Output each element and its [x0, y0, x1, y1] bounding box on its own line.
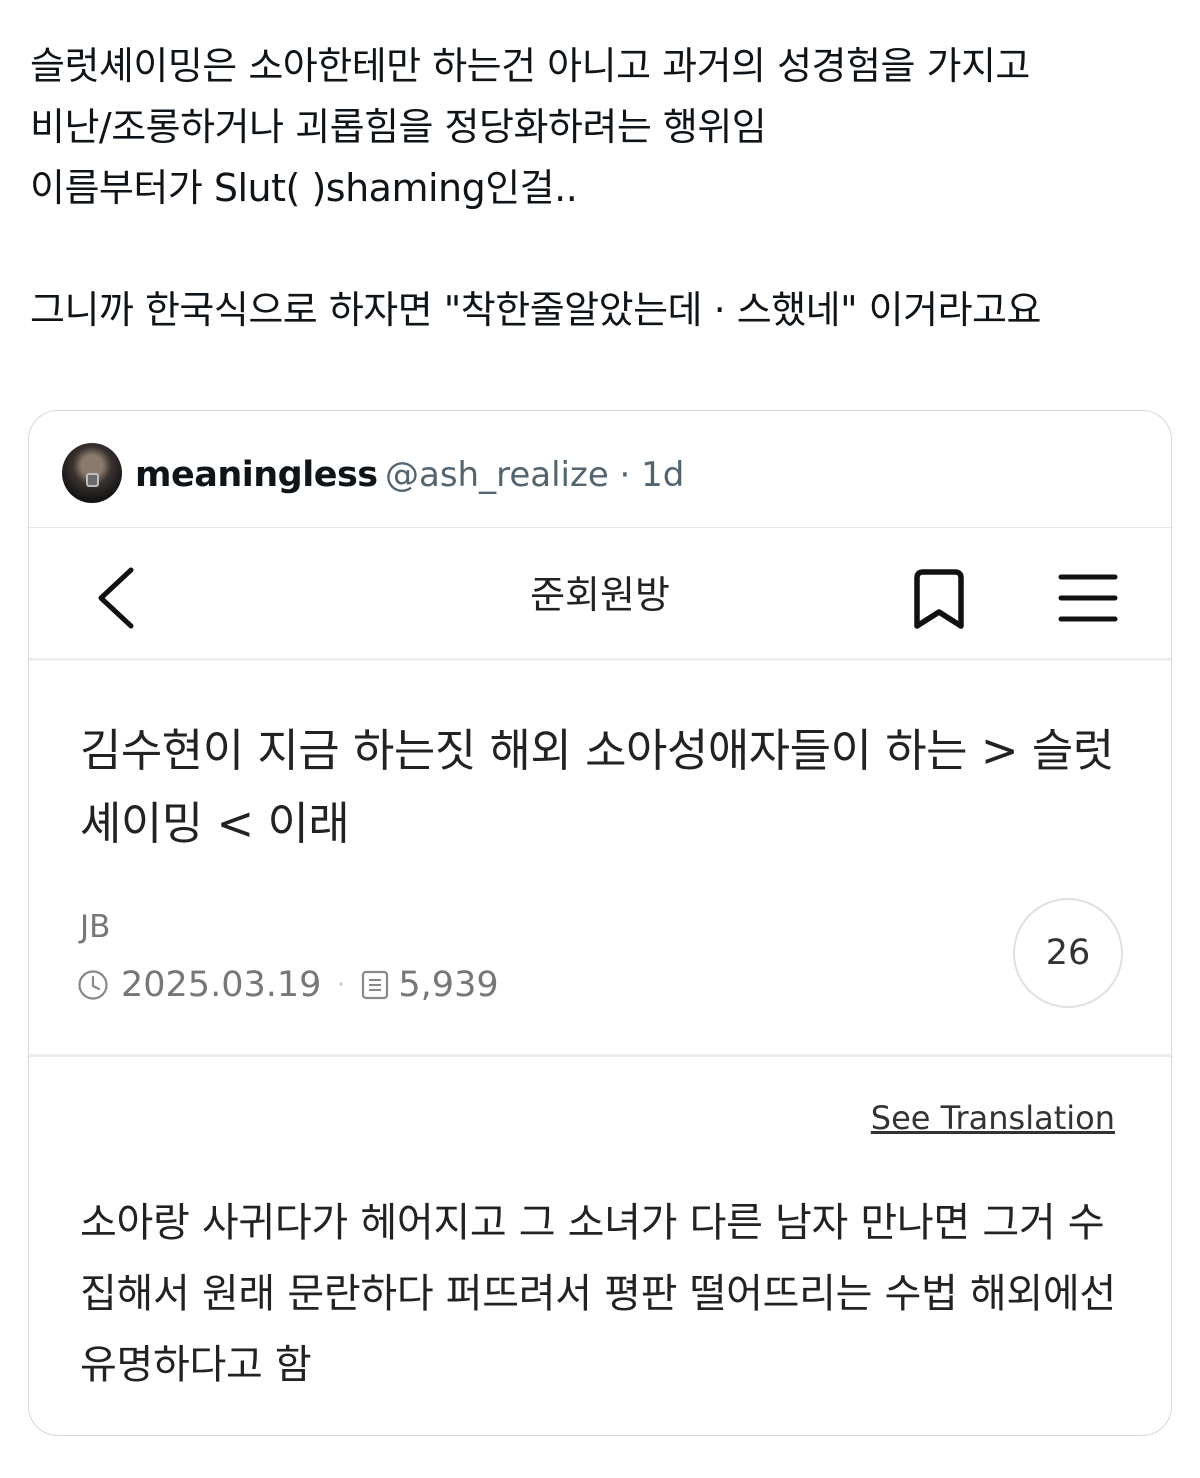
post-line-2: 비난/조롱하거나 괴롭힘을 정당화하려는 행위임 [30, 105, 767, 149]
bookmark-icon[interactable] [909, 568, 969, 632]
article-title: 김수현이 지금 하는짓 해외 소아성애자들이 하는 > 슬럿셰이밍 < 이래 [80, 724, 1114, 850]
document-icon [362, 970, 389, 1000]
clock-icon [78, 970, 108, 1000]
article-meta: 2025.03.19 · 5,939 [77, 964, 499, 1006]
avatar[interactable] [62, 443, 122, 503]
post-line-3: 이름부터가 Slut( )shaming인걸.. [30, 166, 578, 210]
lock-icon [86, 473, 99, 487]
article-body: 소아랑 사귀다가 헤어지고 그 소녀가 다른 남자 만나면 그거 수집해서 원래… [80, 1200, 1116, 1388]
app-nav-bar: 준회원방 [29, 528, 1171, 661]
view-count: 5,939 [398, 965, 499, 1005]
post-line-4: 그니까 한국식으로 하자면 "착한줄알았는데 · 스했네" 이거라고요 [30, 288, 1041, 332]
comment-count-badge[interactable]: 26 [1013, 898, 1123, 1008]
quoted-post-card[interactable]: meaningless @ash_realize · 1d 준회원방 김수현이 … [28, 410, 1172, 1436]
divider [29, 1054, 1171, 1057]
post-date: 2025.03.19 [121, 965, 322, 1005]
author-name[interactable]: JB [80, 908, 110, 946]
board-title: 준회원방 [530, 573, 670, 617]
handle-and-time[interactable]: @ash_realize · 1d [385, 455, 684, 495]
quoted-post-header: meaningless @ash_realize · 1d [29, 411, 1171, 527]
post-text: 슬럿셰이밍은 소아한테만 하는건 아니고 과거의 성경험을 가지고 비난/조롱하… [30, 36, 1180, 341]
attached-screenshot[interactable]: 준회원방 김수현이 지금 하는짓 해외 소아성애자들이 하는 > 슬럿셰이밍 <… [29, 527, 1171, 1435]
hamburger-menu-icon[interactable] [1057, 572, 1119, 624]
comment-count: 26 [1045, 933, 1091, 973]
display-name[interactable]: meaningless [135, 455, 378, 495]
meta-separator: · [337, 972, 345, 998]
see-translation-link[interactable]: See Translation [871, 1098, 1115, 1138]
post-line-1: 슬럿셰이밍은 소아한테만 하는건 아니고 과거의 성경험을 가지고 [30, 44, 1030, 88]
